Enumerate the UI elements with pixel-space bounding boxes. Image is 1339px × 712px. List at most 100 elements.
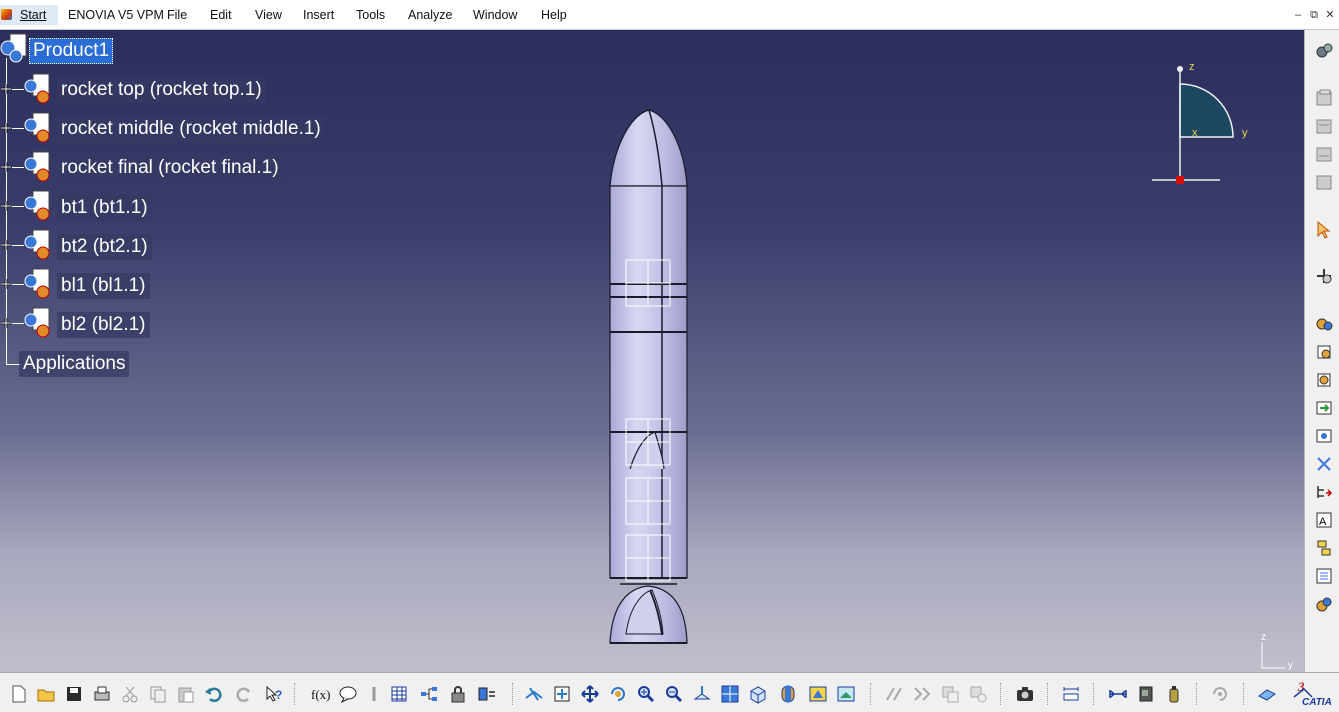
pan-icon[interactable] <box>580 684 600 704</box>
manipulate-icon[interactable] <box>1314 266 1334 286</box>
menu-edit[interactable]: Edit <box>210 8 232 22</box>
redo-icon[interactable] <box>234 684 254 704</box>
menu-tools[interactable]: Tools <box>356 8 385 22</box>
tree-node-label: rocket final (rocket final.1) <box>57 155 283 181</box>
new-icon[interactable] <box>9 684 29 704</box>
start-menu-button[interactable]: Start <box>0 5 58 25</box>
expand-plus-icon[interactable] <box>0 161 12 173</box>
menu-insert[interactable]: Insert <box>303 8 334 22</box>
iso-view-icon[interactable] <box>748 684 768 704</box>
distance-icon[interactable] <box>912 684 932 704</box>
tree-root-product[interactable]: Product1 <box>29 38 114 64</box>
multi-instantiation-icon[interactable] <box>1314 566 1334 586</box>
tree-node-label: bt2 (bt2.1) <box>57 234 152 260</box>
catalog-browser-icon[interactable] <box>1108 684 1128 704</box>
fast-multi-instantiation-icon[interactable] <box>1314 594 1334 614</box>
existing-component-icon[interactable] <box>1314 116 1334 136</box>
restore-icon[interactable]: ⧉ <box>1307 8 1321 22</box>
fix-together-icon[interactable] <box>1314 398 1334 418</box>
menu-help[interactable]: Help <box>541 8 567 22</box>
menu-file[interactable]: File <box>167 8 187 22</box>
lock-icon[interactable] <box>448 684 468 704</box>
undo-icon[interactable] <box>204 684 224 704</box>
rocket-nose-cone <box>609 109 688 187</box>
explode-icon[interactable] <box>1314 454 1334 474</box>
part-gear-icon <box>24 229 50 260</box>
print-icon[interactable] <box>92 684 112 704</box>
cut-icon[interactable] <box>120 684 140 704</box>
start-menu-label: Start <box>20 8 47 22</box>
expand-plus-icon[interactable] <box>0 278 12 290</box>
compass-widget[interactable]: z x y <box>1142 60 1262 190</box>
gear-assembly-icon[interactable] <box>1314 40 1334 60</box>
copy-icon[interactable] <box>148 684 168 704</box>
menu-window[interactable]: Window <box>473 8 517 22</box>
zoom-out-icon[interactable] <box>664 684 684 704</box>
swap-visible-icon[interactable] <box>808 684 828 704</box>
normal-view-icon[interactable] <box>692 684 712 704</box>
plane-icon[interactable] <box>1257 684 1277 704</box>
tree-node-label: rocket top (rocket top.1) <box>57 77 266 103</box>
tree-node-label: bl1 (bl1.1) <box>57 273 150 299</box>
part-icon[interactable] <box>1314 342 1334 362</box>
close-icon[interactable]: ✕ <box>1323 8 1337 22</box>
graph-tree-icon[interactable] <box>1314 482 1334 502</box>
axis-y-label: y <box>1288 660 1293 671</box>
fly-mode-icon[interactable] <box>524 684 544 704</box>
annotation-icon[interactable] <box>968 684 988 704</box>
expand-plus-icon[interactable] <box>0 239 12 251</box>
paste-icon[interactable] <box>176 684 196 704</box>
svg-text:CATIA: CATIA <box>1302 697 1332 708</box>
menu-view[interactable]: View <box>255 8 282 22</box>
component-icon[interactable] <box>1314 370 1334 390</box>
expand-plus-icon[interactable] <box>0 200 12 212</box>
spin-icon[interactable] <box>1164 684 1184 704</box>
menu-bar: Start ENOVIA V5 VPM File Edit View Inser… <box>0 0 1339 30</box>
existing-component-positioning-icon[interactable] <box>1314 144 1334 164</box>
menu-analyze[interactable]: Analyze <box>408 8 452 22</box>
minimize-icon[interactable]: – <box>1291 8 1305 22</box>
section-icon[interactable] <box>940 684 960 704</box>
tools-icon[interactable] <box>364 684 384 704</box>
rotate-icon[interactable] <box>608 684 628 704</box>
formula-icon[interactable]: f(x) <box>310 684 330 704</box>
expand-plus-icon[interactable] <box>0 83 12 95</box>
measure-icon[interactable] <box>1061 684 1081 704</box>
refresh-icon[interactable] <box>1210 684 1230 704</box>
knowledge-icon[interactable] <box>338 684 358 704</box>
clash-icon[interactable] <box>884 684 904 704</box>
expand-plus-icon[interactable] <box>0 122 12 134</box>
open-icon[interactable] <box>36 684 56 704</box>
replace-component-icon[interactable] <box>1314 172 1334 192</box>
thread-icon[interactable] <box>1136 684 1156 704</box>
bottom-toolbar: ? f(x) 3 CATIA <box>0 672 1339 712</box>
product-icon[interactable] <box>1314 314 1334 334</box>
compass-x-label: x <box>1192 127 1198 139</box>
part-gear-icon <box>24 151 50 182</box>
fit-all-icon[interactable] <box>552 684 572 704</box>
multi-view-icon[interactable] <box>720 684 740 704</box>
catalog-icon[interactable] <box>1314 88 1334 108</box>
product-icon <box>0 33 27 63</box>
select-arrow-icon[interactable] <box>1314 220 1334 240</box>
reorder-icon[interactable] <box>1314 538 1334 558</box>
bill-of-material-icon[interactable]: A <box>1314 510 1334 530</box>
parameters-icon[interactable] <box>477 684 497 704</box>
tree-node-label: bl2 (bl2.1) <box>57 312 150 338</box>
menu-enovia[interactable]: ENOVIA V5 VPM <box>68 8 164 22</box>
zoom-in-icon[interactable] <box>636 684 656 704</box>
capture-icon[interactable] <box>1015 684 1035 704</box>
rocket-model[interactable] <box>600 104 700 649</box>
axis-triad: z y <box>1261 632 1293 671</box>
whats-this-icon[interactable]: ? <box>264 684 284 704</box>
save-icon[interactable] <box>64 684 84 704</box>
tree-node-applications[interactable]: Applications <box>19 351 130 377</box>
hide-show-icon[interactable] <box>778 684 798 704</box>
compass-y-label: y <box>1242 127 1248 139</box>
tree-icon[interactable] <box>419 684 439 704</box>
snap-icon[interactable] <box>1314 426 1334 446</box>
shading-icon[interactable] <box>836 684 856 704</box>
expand-plus-icon[interactable] <box>0 317 12 329</box>
table-icon[interactable] <box>389 684 409 704</box>
part-gear-icon <box>24 73 50 104</box>
